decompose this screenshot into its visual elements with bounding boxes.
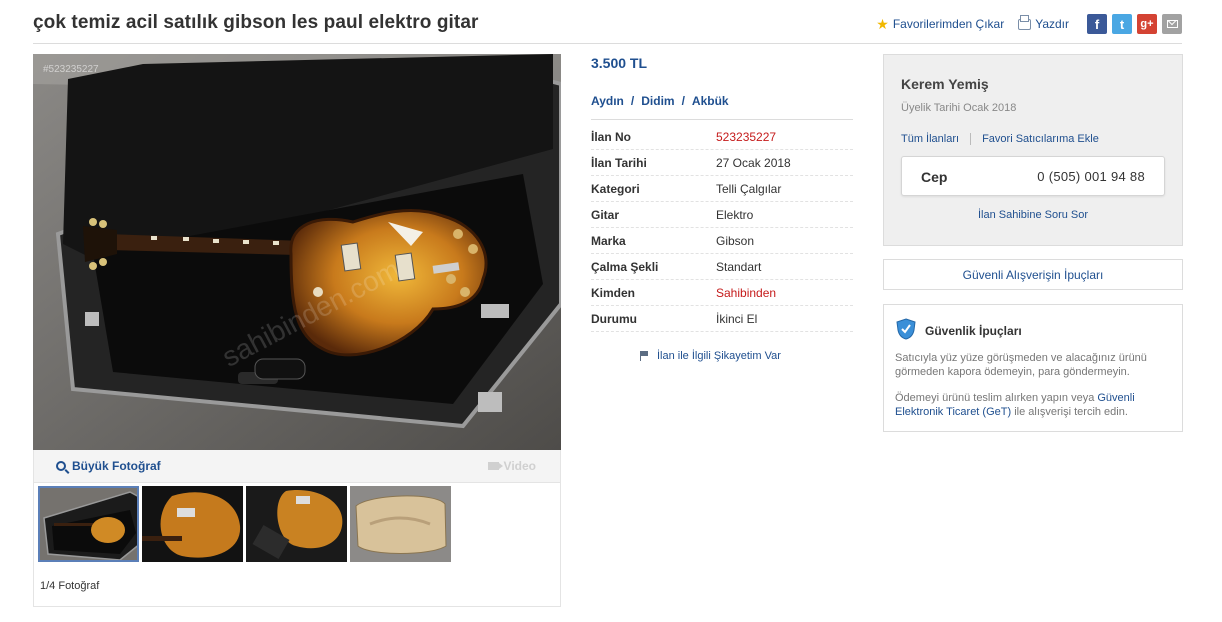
phone-label: Cep [921, 169, 948, 185]
phone-number: 0 (505) 001 94 88 [1037, 169, 1145, 184]
info-label: Gitar [591, 207, 620, 222]
breadcrumb-district[interactable]: Didim [641, 94, 674, 108]
listing-title: çok temiz acil satılık gibson les paul e… [33, 12, 479, 33]
report-listing-label: İlan ile İlgili Şikayetim Var [657, 350, 781, 362]
info-label: Kimden [591, 285, 636, 300]
video-camera-icon [487, 462, 503, 470]
info-label: İlan Tarihi [591, 155, 647, 170]
shield-icon [896, 318, 916, 340]
big-photo-button[interactable]: Büyük Fotoğraf [56, 459, 161, 473]
print-label: Yazdır [1035, 17, 1069, 31]
info-row: Kategori Telli Çalgılar [591, 176, 853, 202]
security-tip-2: Ödemeyi ürünü teslim alırken yapın veya … [895, 391, 1175, 419]
info-row: Çalma Şekli Standart [591, 254, 853, 280]
info-row: Marka Gibson [591, 228, 853, 254]
thumbnail-strip: 1/4 Fotoğraf [33, 483, 561, 607]
photo-toolbar: Büyük Fotoğraf Video [33, 450, 561, 483]
big-photo-label: Büyük Fotoğraf [72, 459, 161, 473]
divider [591, 119, 853, 120]
security-tip-2-text: Ödemeyi ürünü teslim alırken yapın veya [895, 392, 1098, 404]
magnifier-icon [56, 461, 66, 471]
info-label: İlan No [591, 129, 632, 144]
add-favorite-seller-link[interactable]: Favori Satıcılarıma Ekle [982, 133, 1099, 145]
seller-name[interactable]: Kerem Yemiş [901, 76, 989, 92]
flag-icon [640, 351, 649, 361]
thumbnail-image [40, 488, 137, 560]
email-share-button[interactable] [1162, 14, 1182, 34]
main-photo[interactable]: sahibinden.com #523235227 [33, 54, 561, 450]
listing-info-table: İlan No 523235227 İlan Tarihi 27 Ocak 2018… [591, 124, 853, 332]
facebook-share-button[interactable]: f [1087, 14, 1107, 34]
info-row: Kimden Sahibinden [591, 280, 853, 306]
info-label: Marka [591, 233, 626, 248]
all-listings-link[interactable]: Tüm İlanları [901, 133, 959, 145]
envelope-icon [1166, 20, 1178, 28]
twitter-share-button[interactable]: t [1112, 14, 1132, 34]
print-link[interactable]: Yazdır [1018, 14, 1069, 31]
breadcrumb-separator: / [681, 94, 685, 108]
phone-box[interactable]: Cep 0 (505) 001 94 88 [901, 156, 1165, 196]
thumbnail-image [350, 486, 451, 562]
breadcrumb: Aydın / Didim / Akbük [591, 94, 729, 108]
breadcrumb-city[interactable]: Aydın [591, 94, 624, 108]
thumbnail-2[interactable] [142, 486, 243, 562]
security-tips-title: Güvenlik İpuçları [925, 324, 1022, 338]
breadcrumb-neighborhood[interactable]: Akbük [692, 94, 729, 108]
info-label: Çalma Şekli [591, 259, 659, 274]
seller-card: Kerem Yemiş Üyelik Tarihi Ocak 2018 Tüm … [883, 54, 1183, 246]
info-value: Gibson [716, 233, 755, 248]
share-buttons: f t g+ [1087, 14, 1182, 34]
remove-favorite-label: Favorilerimden Çıkar [892, 17, 1005, 31]
remove-favorite-link[interactable]: ★ Favorilerimden Çıkar [876, 16, 1004, 33]
info-row: İlan Tarihi 27 Ocak 2018 [591, 150, 853, 176]
guitar-case-photo: sahibinden.com [33, 54, 561, 450]
info-row: Gitar Elektro [591, 202, 853, 228]
security-tip-2-text-end: ile alışverişi tercih edin. [1011, 406, 1128, 418]
video-button[interactable]: Video [487, 459, 536, 473]
safe-shopping-tips-button[interactable]: Güvenli Alışverişin İpuçları [883, 259, 1183, 290]
info-label: Kategori [591, 181, 640, 196]
listing-price: 3.500 TL [591, 55, 648, 71]
info-value: Standart [716, 259, 762, 274]
header-actions: ★ Favorilerimden Çıkar Yazdır f t g+ [876, 14, 1182, 34]
thumbnail-1[interactable] [38, 486, 139, 562]
thumbnail-4[interactable] [350, 486, 451, 562]
info-value: İkinci El [716, 311, 758, 326]
info-row: İlan No 523235227 [591, 124, 853, 150]
twitter-icon: t [1119, 16, 1125, 32]
security-tips-box: Güvenlik İpuçları Satıcıyla yüz yüze gör… [883, 304, 1183, 432]
security-tip-1: Satıcıyla yüz yüze görüşmeden ve alacağı… [895, 352, 1147, 378]
info-label: Durumu [591, 311, 637, 326]
info-row: Durumu İkinci El [591, 306, 853, 332]
thumbnail-image [142, 486, 243, 562]
ask-seller-link[interactable]: İlan Sahibine Soru Sor [884, 209, 1182, 221]
thumbnail-image [246, 486, 347, 562]
facebook-icon: f [1094, 16, 1100, 32]
breadcrumb-separator: / [630, 94, 635, 108]
photo-count: 1/4 Fotoğraf [40, 580, 100, 592]
info-value: Sahibinden [716, 285, 777, 300]
printer-icon [1018, 14, 1032, 30]
info-value: 27 Ocak 2018 [716, 155, 791, 170]
seller-links: Tüm İlanları Favori Satıcılarıma Ekle [901, 133, 1099, 145]
link-divider [970, 133, 972, 145]
member-since: Üyelik Tarihi Ocak 2018 [901, 102, 1017, 114]
header-divider [33, 43, 1182, 44]
info-value: Elektro [716, 207, 754, 222]
star-icon: ★ [876, 15, 889, 32]
thumbnail-3[interactable] [246, 486, 347, 562]
photo-id: #523235227 [43, 64, 99, 75]
info-value: 523235227 [716, 129, 777, 144]
video-label: Video [503, 459, 536, 473]
googleplus-icon: g+ [1140, 18, 1154, 30]
report-listing-link[interactable]: İlan ile İlgili Şikayetim Var [640, 350, 781, 362]
info-value: Telli Çalgılar [716, 181, 782, 196]
googleplus-share-button[interactable]: g+ [1137, 14, 1157, 34]
